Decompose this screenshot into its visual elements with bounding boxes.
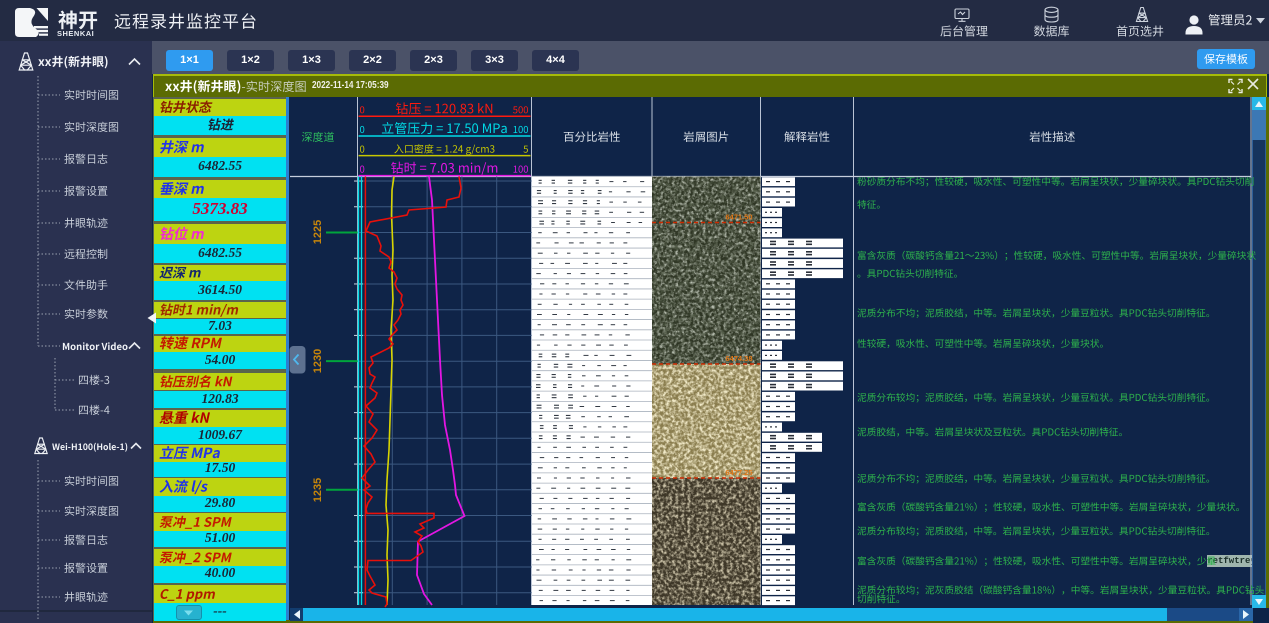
svg-text:6471.50: 6471.50 <box>725 213 752 222</box>
svg-text:6477.25: 6477.25 <box>725 468 752 477</box>
svg-text:6474.38: 6474.38 <box>725 354 752 363</box>
